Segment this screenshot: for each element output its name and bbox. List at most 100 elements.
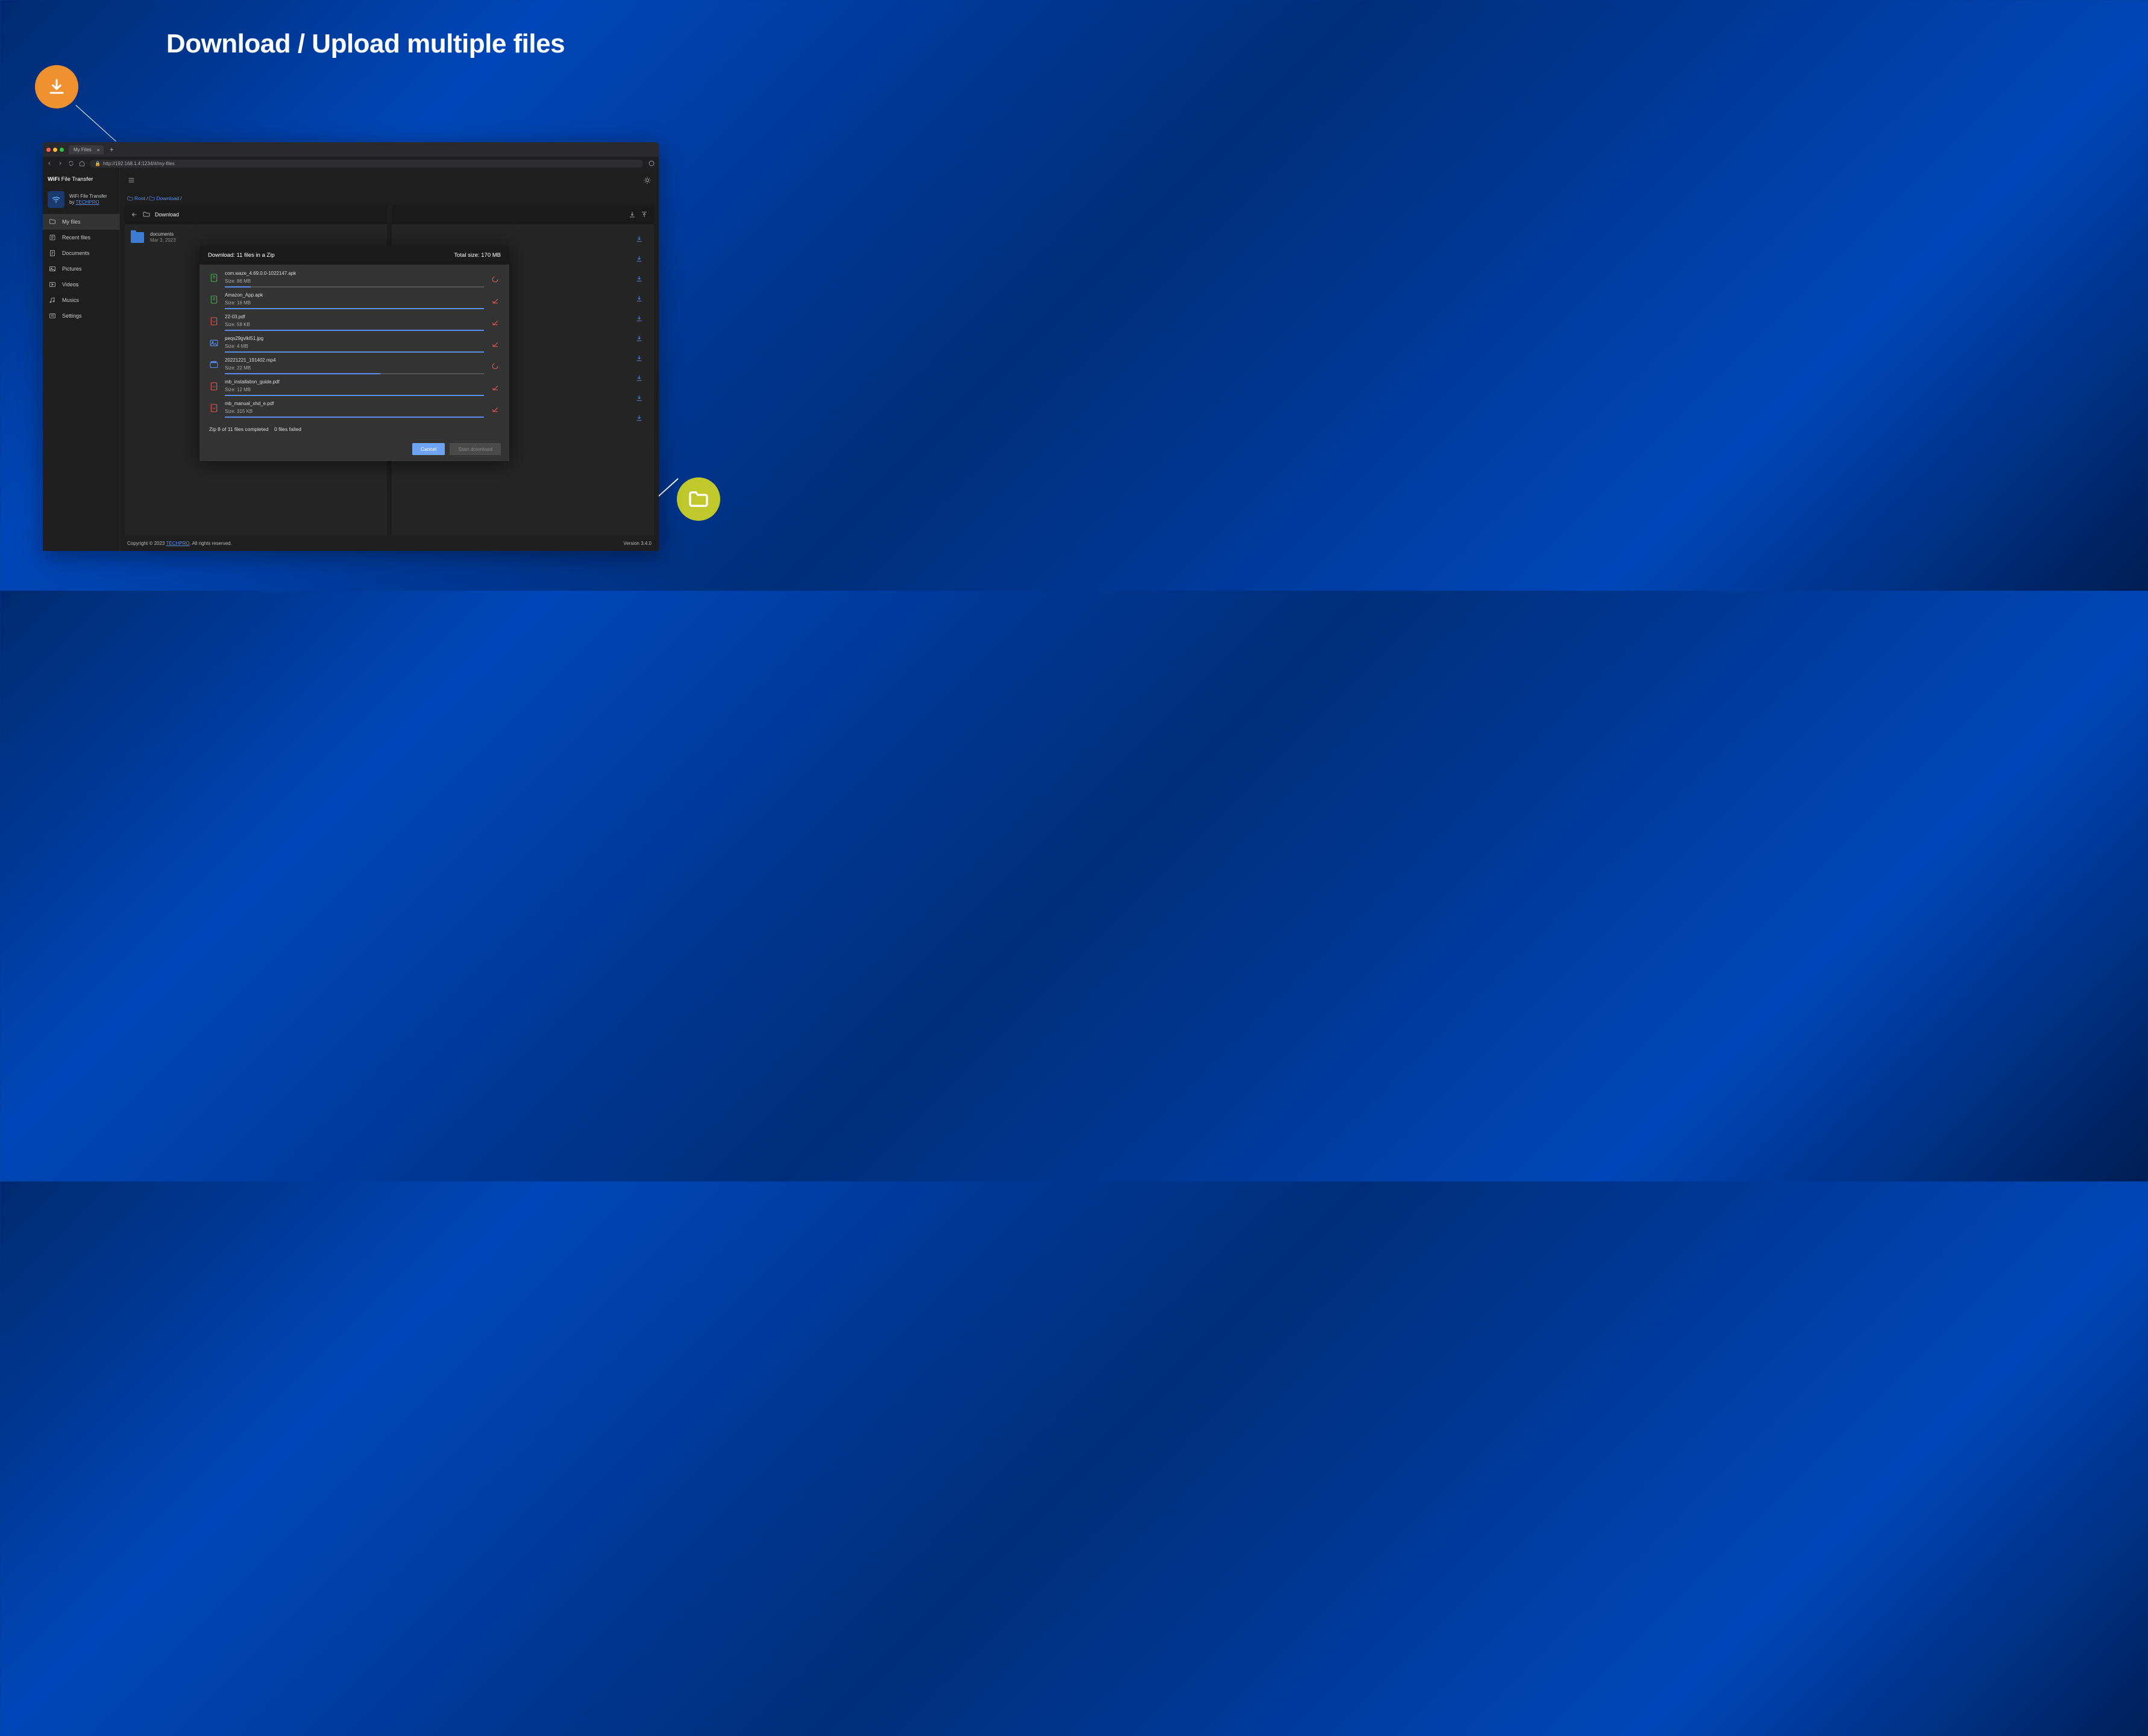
vendor-link[interactable]: TECHPRO	[76, 200, 99, 205]
browser-tabbar: My Files× +	[43, 142, 659, 157]
download-icon[interactable]	[635, 255, 643, 263]
sidebar-item-label: Documents	[62, 250, 90, 256]
spinner-icon	[491, 275, 499, 283]
upload-icon[interactable]	[641, 211, 648, 218]
download-icon[interactable]	[635, 235, 643, 243]
download-row: PDF mb_installation_guide.pdf Size: 12 MB	[199, 376, 509, 397]
hamburger-button[interactable]	[127, 177, 136, 186]
download-file-name: com.waze_4.69.0.0-1022147.apk	[225, 271, 484, 276]
folder-date: Mar 3, 2023	[150, 237, 176, 244]
progress-bar	[225, 308, 484, 309]
folder-icon	[688, 491, 709, 508]
tab-close-icon[interactable]: ×	[97, 147, 100, 153]
download-row: Amazon_App.apkSize: 16 MB	[199, 289, 509, 310]
url-input[interactable]: 🔒http://192.168.1.4:1234/#/my-files	[90, 160, 643, 168]
sidebar-icon	[49, 218, 56, 225]
sidebar-item-musics[interactable]: Musics	[43, 292, 119, 308]
nav-home-icon[interactable]	[79, 160, 85, 166]
folder-icon	[149, 196, 155, 201]
sidebar-item-label: Musics	[62, 297, 79, 303]
app-title: WiFi File Transfer	[43, 170, 119, 189]
breadcrumb-link[interactable]: Root	[134, 195, 145, 201]
download-icon[interactable]	[635, 374, 643, 382]
sidebar-item-label: Settings	[62, 313, 82, 319]
download-row: peqs29gvlkl51.jpgSize: 4 MB	[199, 332, 509, 354]
sidebar-icon	[49, 234, 56, 241]
app-brand: WiFi File Transfer by TECHPRO	[43, 189, 119, 214]
extensions-icon[interactable]	[648, 160, 655, 167]
progress-bar	[225, 286, 484, 288]
download-file-name: 22-03.pdf	[225, 314, 484, 319]
download-all-icon[interactable]	[629, 211, 636, 218]
browser-tab[interactable]: My Files×	[69, 145, 104, 154]
download-icon[interactable]	[635, 335, 643, 342]
download-icon[interactable]	[635, 315, 643, 322]
download-file-name: mb_installation_guide.pdf	[225, 379, 484, 385]
browser-urlbar: 🔒http://192.168.1.4:1234/#/my-files	[43, 157, 659, 170]
svg-text:PDF: PDF	[212, 321, 216, 323]
window-controls[interactable]	[46, 148, 64, 152]
download-file-size: Size: 86 MB	[225, 278, 484, 284]
download-row: PDFmb_manual_xhd_e.pdfSize: 315 KB	[199, 397, 509, 419]
progress-bar	[225, 417, 484, 418]
vendor-link[interactable]: TECHPRO	[166, 541, 189, 546]
start-download-button[interactable]: Start download	[450, 443, 501, 455]
topbar	[120, 170, 659, 192]
file-type-icon: PDF	[209, 314, 219, 327]
svg-text:PDF: PDF	[212, 407, 216, 410]
sidebar-icon	[49, 250, 56, 257]
download-file-name: mb_manual_xhd_e.pdf	[225, 401, 484, 406]
sidebar-item-videos[interactable]: Videos	[43, 277, 119, 292]
sidebar-item-settings[interactable]: Settings	[43, 308, 119, 324]
pane-title: Download	[155, 212, 381, 218]
brand-name: WiFi File Transfer	[69, 193, 107, 200]
modal-total-size: Total size: 170 MB	[454, 252, 501, 259]
sidebar-item-my-files[interactable]: My files	[43, 214, 119, 230]
nav-back-icon[interactable]	[46, 160, 52, 166]
download-status-icon	[490, 361, 500, 371]
sidebar: WiFi File Transfer WiFi File Transfer by…	[43, 170, 120, 551]
sidebar-item-label: Recent files	[62, 234, 90, 241]
download-file-size: Size: 12 MB	[225, 387, 484, 392]
download-icon[interactable]	[635, 295, 643, 303]
theme-toggle[interactable]	[643, 176, 652, 186]
sidebar-item-pictures[interactable]: Pictures	[43, 261, 119, 277]
folder-icon	[131, 232, 144, 243]
nav-forward-icon[interactable]	[57, 160, 63, 166]
check-icon	[491, 341, 499, 348]
sidebar-item-documents[interactable]: Documents	[43, 245, 119, 261]
breadcrumb-link[interactable]: Download	[156, 195, 179, 201]
sidebar-item-label: Pictures	[62, 266, 82, 272]
download-icon[interactable]	[635, 394, 643, 402]
new-tab-button[interactable]: +	[106, 145, 118, 154]
sidebar-item-recent-files[interactable]: Recent files	[43, 230, 119, 245]
download-modal: Download: 11 files in a Zip Total size: …	[199, 246, 509, 461]
download-file-size: Size: 22 MB	[225, 365, 484, 371]
modal-status: Zip 8 of 11 files completed 0 files fail…	[199, 421, 509, 437]
download-status-icon	[490, 383, 500, 392]
app-shell: WiFi File Transfer WiFi File Transfer by…	[43, 170, 659, 551]
sidebar-item-label: Videos	[62, 281, 78, 288]
sidebar-icon	[49, 281, 56, 288]
list-item[interactable]: documents Mar 3, 2023	[131, 229, 381, 247]
file-type-icon	[209, 292, 219, 306]
download-status-icon	[490, 339, 500, 349]
download-file-size: Size: 16 MB	[225, 300, 484, 306]
download-icon[interactable]	[635, 275, 643, 283]
breadcrumb: Root/ Download/	[120, 192, 659, 205]
marketing-title: Download / Upload multiple files	[0, 29, 731, 59]
cancel-button[interactable]: Cancel	[412, 443, 445, 455]
download-status-icon	[490, 404, 500, 414]
nav-reload-icon[interactable]	[68, 160, 74, 166]
download-icon[interactable]	[635, 354, 643, 362]
sidebar-icon	[49, 312, 56, 319]
back-icon[interactable]	[131, 211, 138, 218]
progress-bar	[225, 351, 484, 353]
spinner-icon	[491, 362, 499, 370]
download-icon[interactable]	[635, 414, 643, 422]
check-icon	[491, 319, 499, 327]
file-type-icon	[209, 336, 219, 349]
download-file-name: peqs29gvlkl51.jpg	[225, 336, 484, 341]
folder-icon	[127, 196, 133, 201]
file-type-icon: PDF	[209, 379, 219, 392]
